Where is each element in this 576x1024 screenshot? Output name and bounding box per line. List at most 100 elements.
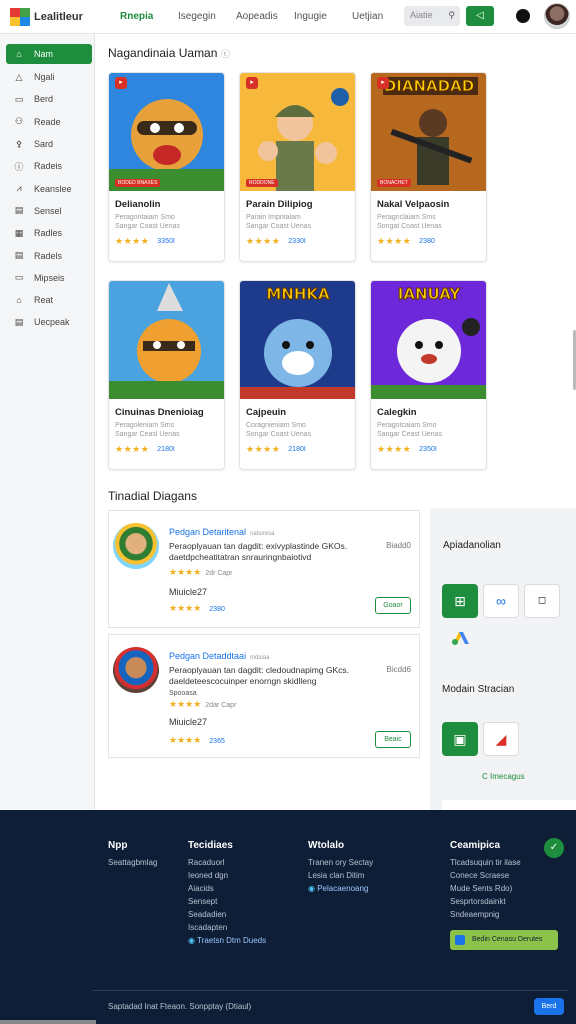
github-icon[interactable]	[516, 9, 530, 23]
nav-item[interactable]: Ingugie	[294, 11, 352, 22]
sidebar-item[interactable]: ▤ Uecpeak	[0, 311, 94, 333]
android-tile[interactable]: ⊞	[442, 584, 478, 618]
sidebar-item[interactable]: ▭ Mipseis	[0, 267, 94, 289]
game-card[interactable]: ▸ RODDONE Parain Dilipiog Parain Impntaiam S…	[239, 72, 356, 262]
sidebar-item-label: Reade	[34, 116, 61, 127]
card-subtitle: Peragotcaiam Smo	[377, 422, 437, 429]
info-icon[interactable]: ⓒ	[221, 49, 230, 59]
nav-item[interactable]: Isegegin	[178, 11, 236, 22]
sidebar-item[interactable]: △ Ngali	[0, 66, 94, 88]
list-item[interactable]: Pedgan Detaritenal natsiresa Peraoplyauan …	[108, 510, 420, 628]
list-item-button[interactable]: Goaor	[375, 597, 411, 614]
footer-link[interactable]: Sesprtorsdainkt	[450, 895, 521, 908]
card-image[interactable]: MNHKA	[240, 281, 355, 399]
feather-tile[interactable]: ◢	[483, 722, 519, 756]
rating-count: 2380	[209, 606, 225, 613]
ads-icon[interactable]	[450, 628, 472, 646]
avatar[interactable]	[113, 647, 159, 693]
sidebar-item-label: Radles	[34, 228, 63, 239]
sidebar-item[interactable]: ▦ Radles	[0, 222, 94, 244]
list-item-button[interactable]: Beaic	[375, 731, 411, 748]
sidebar-item[interactable]: ⚇ Reade	[0, 111, 94, 133]
list-item-title[interactable]: Pedgan Detaritenal natsiresa	[169, 527, 274, 537]
footer-link[interactable]: Tlcadsuquin tir ilase	[450, 856, 521, 869]
card-image[interactable]	[109, 281, 224, 399]
images-link[interactable]: C Imecagus	[482, 772, 525, 781]
link-icon: ∞	[496, 593, 506, 609]
search-placeholder: Aiatie	[410, 10, 433, 20]
card-rating: ★★★★ 2180I	[246, 444, 355, 455]
sidebar-item[interactable]: ⩘ Keanslee	[0, 177, 94, 199]
sidebar-item[interactable]: ▭ Berd	[0, 88, 94, 110]
check-icon[interactable]: ✓	[544, 838, 564, 858]
panel-title: Modain Stracian	[442, 684, 515, 695]
card-image[interactable]: ▸ BODED BNAXES	[109, 73, 224, 191]
sidebar-item[interactable]: ▤ Radels	[0, 244, 94, 266]
footer-column-heading: Ceamipica	[450, 840, 501, 851]
game-card[interactable]: DIANADAD ▸ BONACHET Nakal Velpaosin Peragncl…	[370, 72, 487, 262]
sidebar-item[interactable]: ▤ Sensel	[0, 200, 94, 222]
sidebar-item-label: Radels	[34, 250, 63, 261]
sidebar-item[interactable]: ⓘ Radeis	[0, 155, 94, 177]
nav-item[interactable]: Rnepia	[120, 11, 178, 22]
game-card[interactable]: IANUAY Calegkin Peragotcaiam Smo Sangar Cea…	[370, 280, 487, 470]
sidebar-item[interactable]: ⚴ Sard	[0, 133, 94, 155]
user-avatar[interactable]	[544, 3, 570, 29]
list-item-tag: natsiresa	[250, 531, 275, 537]
footer-link[interactable]: Aiacids	[188, 882, 266, 895]
sidebar-item[interactable]: ⌂ Reat	[0, 289, 94, 311]
footer-link[interactable]: Seadadien	[188, 908, 266, 921]
game-card[interactable]: Cinuinas Dnenioiag Peragoleniam Sms Sangar…	[108, 280, 225, 470]
footer-link[interactable]: Tranen ory Sectay	[308, 856, 373, 869]
list-item-subtitle: Miuicle27	[169, 587, 208, 597]
nav-item[interactable]: Aopeadis	[236, 11, 294, 22]
footer-link[interactable]: Ieoned dgn	[188, 869, 266, 882]
link-tile[interactable]: ∞	[483, 584, 519, 618]
cart-icon: ⚴	[15, 138, 23, 149]
card-image[interactable]: ▸ RODDONE	[240, 73, 355, 191]
nav-item[interactable]: Uetjian	[352, 11, 410, 22]
footer-link[interactable]: Lesia clan Ditim	[308, 869, 373, 882]
footer-link-text: Racaduorl	[188, 858, 225, 867]
window-tile[interactable]: ◻	[524, 584, 560, 618]
search-input[interactable]: Aiatie ⚲	[404, 6, 460, 26]
logo[interactable]: Lealitleur	[10, 8, 83, 26]
card-rating: ★★★★ 3350I	[115, 236, 224, 247]
star-rating: ★★★★	[115, 444, 150, 454]
footer-link[interactable]: ◉ Pelacaenoang	[308, 882, 373, 895]
footer-link[interactable]: Iscadapten	[188, 921, 266, 934]
footer-link-text: Conece Scraese	[450, 871, 510, 880]
list-item-description: Peraoplyauan tan dagdit: cledoudnapimg G…	[169, 665, 374, 699]
card-image[interactable]: IANUAY	[371, 281, 486, 399]
footer-link[interactable]: Sndeaempnig	[450, 908, 521, 921]
card-badge: BONACHET	[377, 179, 411, 187]
send-button[interactable]: ◁	[466, 6, 494, 26]
card-title: Parain Dilipiog	[246, 199, 313, 210]
footer-link[interactable]: Mude Sents Rdo)	[450, 882, 521, 895]
game-card[interactable]: ▸ BODED BNAXES Delianolin Peragontaiam Smo S…	[108, 72, 225, 262]
footer-link[interactable]: Sensept	[188, 895, 266, 908]
list-item[interactable]: Pedgan Detaddtaai mdsiaa Peraoplyauan tan …	[108, 634, 420, 758]
star-rating: ★★★★ 2365	[169, 735, 225, 746]
game-card[interactable]: MNHKA Cajpeuin Coragnieniam Smo Songar Coas…	[239, 280, 356, 470]
stars: ★★★★	[169, 699, 202, 709]
avatar[interactable]	[113, 523, 159, 569]
search-icon[interactable]: ⚲	[448, 10, 455, 21]
list-item-tag: mdsiaa	[250, 655, 270, 661]
footer-link[interactable]: ◉ Traetsn Dtm Dueds	[188, 934, 266, 947]
camera-tile[interactable]: ▣	[442, 722, 478, 756]
play-icon[interactable]: ▸	[246, 77, 258, 89]
play-icon[interactable]: ▸	[377, 77, 389, 89]
card-image[interactable]: DIANADAD ▸ BONACHET	[371, 73, 486, 191]
list-item-title[interactable]: Pedgan Detaddtaai mdsiaa	[169, 651, 269, 661]
sidebar-item-label: Berd	[34, 94, 54, 105]
rating-count: 2380	[419, 238, 435, 245]
footer-button[interactable]: Berd	[534, 998, 564, 1015]
footer-link[interactable]: Seattagbmlag	[108, 856, 157, 869]
footer-cta-button[interactable]: Bedin Cenasu Derutes	[450, 930, 558, 950]
footer-link[interactable]: Racaduorl	[188, 856, 266, 869]
play-icon[interactable]: ▸	[115, 77, 127, 89]
sidebar-item[interactable]: ⌂ Nam	[6, 44, 92, 64]
footer-link[interactable]: Conece Scraese	[450, 869, 521, 882]
card-title: Cinuinas Dnenioiag	[115, 407, 204, 418]
